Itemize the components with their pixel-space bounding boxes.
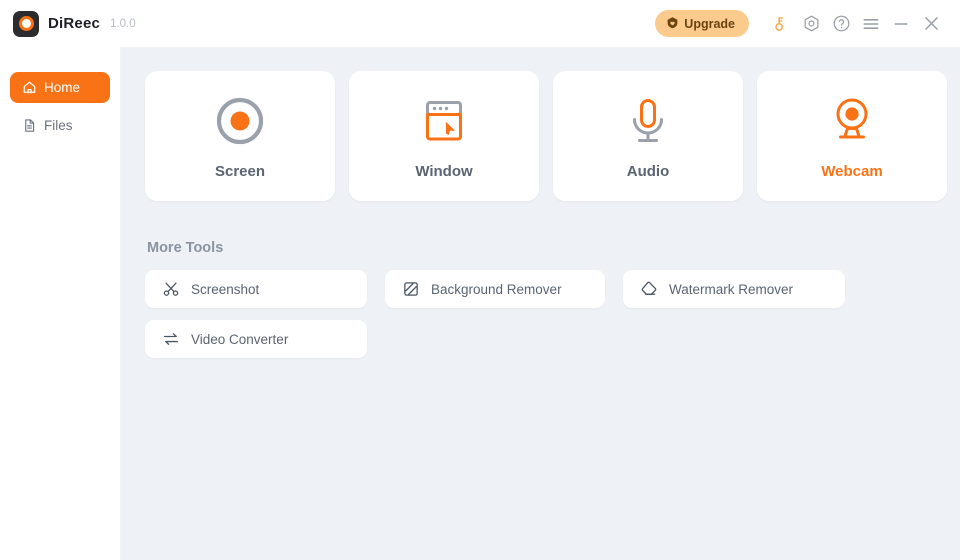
convert-arrows-icon <box>162 330 180 348</box>
sidebar: Home Files <box>0 47 121 560</box>
app-window: DiReec 1.0.0 Upgrade Home Files Screen W… <box>0 0 960 560</box>
card-screen[interactable]: Screen <box>145 71 335 201</box>
record-circle-icon <box>212 93 268 149</box>
sidebar-item-label-home: Home <box>44 80 81 95</box>
window-cursor-icon <box>416 93 472 149</box>
hexagon-gear-icon <box>802 14 821 33</box>
minimize-icon <box>891 14 911 34</box>
sidebar-item-home[interactable]: Home <box>10 72 110 103</box>
card-label-webcam: Webcam <box>821 162 883 180</box>
app-body: Home Files Screen Window Audio Webcam Mo… <box>0 47 960 560</box>
help-button[interactable] <box>826 9 856 39</box>
tool-label-watermark-remover: Watermark Remover <box>669 281 794 297</box>
tool-row-1: Screenshot Background Remover Watermark … <box>145 270 960 308</box>
eraser-icon <box>640 280 658 298</box>
file-icon <box>22 118 37 133</box>
scissors-icon <box>162 280 180 298</box>
webcam-icon <box>824 93 880 149</box>
striped-square-icon <box>402 280 420 298</box>
brand: DiReec 1.0.0 <box>13 10 136 37</box>
close-icon <box>921 13 942 34</box>
minimize-button[interactable] <box>886 9 916 39</box>
card-window[interactable]: Window <box>349 71 539 201</box>
logo-ring <box>18 16 34 31</box>
tool-row-2: Video Converter <box>145 320 960 358</box>
card-audio[interactable]: Audio <box>553 71 743 201</box>
home-icon <box>22 80 37 95</box>
tool-screenshot[interactable]: Screenshot <box>145 270 367 308</box>
settings-button[interactable] <box>796 9 826 39</box>
titlebar-actions: Upgrade <box>655 9 946 39</box>
tool-label-screenshot: Screenshot <box>191 281 260 297</box>
more-tools-title: More Tools <box>147 240 224 256</box>
tool-background-remover[interactable]: Background Remover <box>385 270 605 308</box>
tool-label-video-converter: Video Converter <box>191 331 289 347</box>
card-label-window: Window <box>415 162 473 180</box>
card-label-screen: Screen <box>214 162 266 180</box>
question-circle-icon <box>832 14 851 33</box>
card-webcam[interactable]: Webcam <box>757 71 947 201</box>
heart-badge-icon <box>666 16 679 32</box>
key-icon <box>772 15 790 33</box>
close-button[interactable] <box>916 9 946 39</box>
sidebar-item-label-files: Files <box>44 118 73 133</box>
menu-button[interactable] <box>856 9 886 39</box>
tool-video-converter[interactable]: Video Converter <box>145 320 367 358</box>
main-content: Screen Window Audio Webcam More Tools Sc… <box>121 47 960 560</box>
title-bar: DiReec 1.0.0 Upgrade <box>0 0 960 47</box>
card-label-audio: Audio <box>626 162 670 180</box>
tool-watermark-remover[interactable]: Watermark Remover <box>623 270 845 308</box>
upgrade-label: Upgrade <box>684 16 735 31</box>
capture-mode-cards: Screen Window Audio Webcam <box>145 71 960 201</box>
tool-label-background-remover: Background Remover <box>431 281 562 297</box>
record-dot-logo-icon <box>13 10 39 37</box>
app-title: DiReec <box>48 15 101 32</box>
app-version: 1.0.0 <box>110 17 136 30</box>
upgrade-button[interactable]: Upgrade <box>655 10 749 37</box>
key-icon-button[interactable] <box>766 9 796 39</box>
sidebar-item-files[interactable]: Files <box>10 110 110 141</box>
microphone-icon <box>620 93 676 149</box>
hamburger-menu-icon <box>861 14 881 34</box>
